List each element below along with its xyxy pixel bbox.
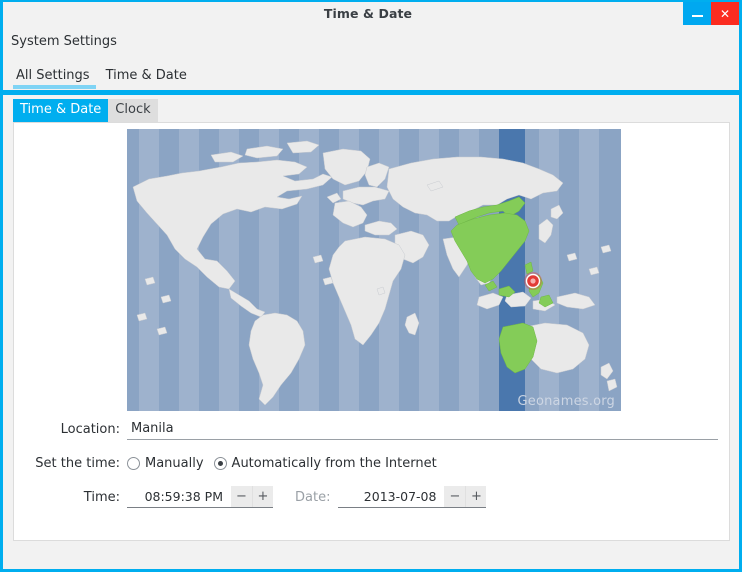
nav-item-time-and-date[interactable]: Time & Date: [98, 68, 195, 87]
titlebar: Time & Date ✕: [3, 2, 739, 25]
tab-time-and-date-label: Time & Date: [20, 102, 101, 117]
settings-form: Location: Set the time: Manually Automat…: [14, 419, 729, 514]
time-increment-button[interactable]: +: [252, 486, 273, 507]
radio-manually-label: Manually: [145, 456, 204, 471]
location-row: Location:: [14, 419, 729, 440]
date-spinner[interactable]: − +: [338, 486, 486, 508]
location-input[interactable]: [127, 419, 718, 440]
world-map-svg: [127, 129, 621, 411]
location-label: Location:: [14, 422, 127, 437]
close-button[interactable]: ✕: [711, 2, 739, 25]
radio-automatically-label: Automatically from the Internet: [232, 456, 437, 471]
settings-panel: Geonames.org Location: Set the time: Man…: [13, 122, 730, 541]
time-and-date-window: Time & Date ✕ System Settings All Settin…: [0, 0, 742, 572]
nav-item-all-settings-label: All Settings: [16, 68, 90, 83]
minimize-button[interactable]: [683, 2, 711, 25]
app-title: System Settings: [3, 31, 739, 49]
set-time-label: Set the time:: [14, 456, 127, 471]
time-date-row: Time: − + Date: − +: [14, 486, 729, 508]
date-increment-button[interactable]: +: [465, 486, 486, 507]
app-header: System Settings All Settings Time & Date: [3, 25, 739, 87]
tab-clock[interactable]: Clock: [108, 99, 157, 122]
time-input[interactable]: [127, 486, 231, 507]
window-title: Time & Date: [324, 6, 412, 21]
minimize-icon: [692, 15, 703, 17]
breadcrumb: All Settings Time & Date: [3, 61, 739, 87]
radio-manually-icon: [127, 457, 140, 470]
radio-manually[interactable]: Manually: [127, 456, 204, 471]
timezone-map[interactable]: Geonames.org: [127, 129, 621, 411]
nav-item-time-and-date-label: Time & Date: [106, 68, 187, 83]
time-spinner-buttons: − +: [231, 486, 273, 507]
date-label: Date:: [273, 490, 338, 505]
time-label: Time:: [14, 490, 127, 505]
location-marker: [524, 272, 542, 290]
set-time-row: Set the time: Manually Automatically fro…: [14, 456, 729, 471]
tabstrip: Time & Date Clock: [3, 95, 739, 122]
time-spinner[interactable]: − +: [127, 486, 273, 508]
tab-time-and-date[interactable]: Time & Date: [13, 99, 108, 122]
radio-automatically[interactable]: Automatically from the Internet: [214, 456, 437, 471]
date-decrement-button[interactable]: −: [444, 486, 465, 507]
tab-clock-label: Clock: [115, 102, 150, 117]
set-time-radio-group: Manually Automatically from the Internet: [127, 456, 447, 471]
window-controls: ✕: [683, 2, 739, 25]
close-icon: ✕: [720, 8, 730, 20]
nav-item-all-settings[interactable]: All Settings: [13, 68, 98, 87]
date-spinner-buttons: − +: [444, 486, 486, 507]
radio-automatically-icon: [214, 457, 227, 470]
date-input[interactable]: [338, 486, 444, 507]
time-decrement-button[interactable]: −: [231, 486, 252, 507]
